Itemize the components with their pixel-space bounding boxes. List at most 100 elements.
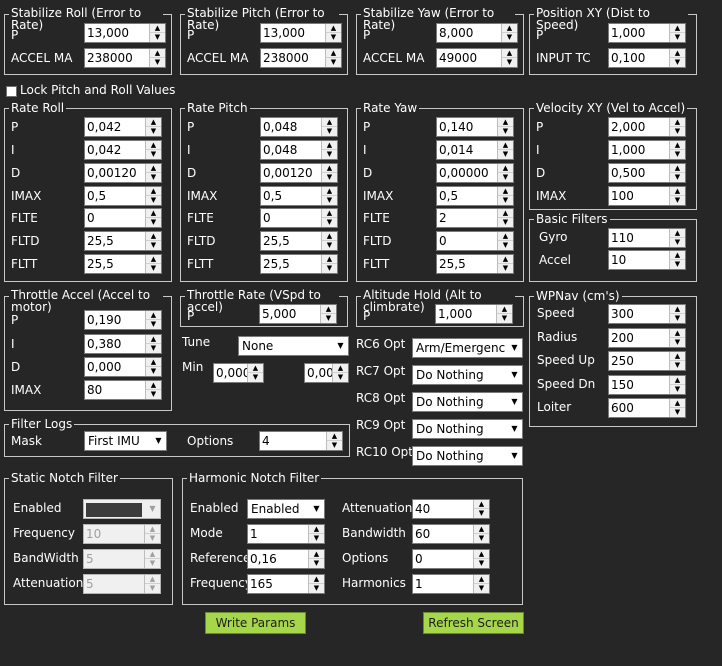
chevron-up-icon[interactable]: ▲ bbox=[670, 352, 685, 361]
chevron-up-icon[interactable]: ▲ bbox=[474, 525, 489, 534]
harmonic-notch-harmonics-input[interactable]: 1 ▲ ▼ bbox=[412, 574, 490, 594]
chevron-down-icon[interactable]: ▼ bbox=[497, 314, 512, 323]
chevron-up-icon[interactable]: ▲ bbox=[322, 187, 337, 196]
chevron-down-icon[interactable]: ▼ bbox=[507, 393, 522, 411]
chevron-down-icon[interactable]: ▼ bbox=[146, 196, 161, 205]
chevron-down-icon[interactable]: ▼ bbox=[321, 314, 336, 323]
chevron-down-icon[interactable]: ▼ bbox=[670, 150, 685, 159]
chevron-up-icon[interactable]: ▲ bbox=[145, 550, 160, 559]
rate-yaw-p-input[interactable]: 0,140 ▲ ▼ bbox=[436, 117, 514, 137]
chevron-up-icon[interactable]: ▲ bbox=[321, 305, 336, 314]
chevron-down-icon[interactable]: ▼ bbox=[498, 218, 513, 227]
stabilize-pitch-p-input[interactable]: 13,000 ▲ ▼ bbox=[260, 23, 342, 43]
chevron-up-icon[interactable]: ▲ bbox=[327, 432, 342, 441]
chevron-down-icon[interactable]: ▼ bbox=[474, 509, 489, 518]
accel-filter-input[interactable]: 10 ▲ ▼ bbox=[608, 250, 686, 270]
chevron-down-icon[interactable]: ▼ bbox=[670, 361, 685, 370]
chevron-up-icon[interactable]: ▲ bbox=[248, 364, 263, 373]
rate-pitch-fltd-input[interactable]: 25,5 ▲ ▼ bbox=[260, 231, 338, 251]
chevron-down-icon[interactable]: ▼ bbox=[309, 500, 324, 518]
harmonic-notch-bandwidth-input[interactable]: 60 ▲ ▼ bbox=[412, 524, 490, 544]
throttle-accel-p-input[interactable]: 0,190 ▲ ▼ bbox=[84, 310, 162, 330]
chevron-down-icon[interactable]: ▼ bbox=[670, 33, 685, 42]
chevron-down-icon[interactable]: ▼ bbox=[333, 337, 348, 355]
throttle-accel-imax-input[interactable]: 80 ▲ ▼ bbox=[84, 380, 162, 400]
chevron-up-icon[interactable]: ▲ bbox=[670, 118, 685, 127]
velocity-xy-imax-input[interactable]: 100 ▲ ▼ bbox=[608, 186, 686, 206]
chevron-down-icon[interactable]: ▼ bbox=[670, 58, 685, 67]
chevron-down-icon[interactable]: ▼ bbox=[670, 338, 685, 347]
chevron-down-icon[interactable]: ▼ bbox=[670, 238, 685, 247]
stabilize-roll-p-input[interactable]: 13,000 ▲ ▼ bbox=[84, 23, 166, 43]
chevron-up-icon[interactable]: ▲ bbox=[498, 187, 513, 196]
chevron-up-icon[interactable]: ▲ bbox=[322, 255, 337, 264]
chevron-down-icon[interactable]: ▼ bbox=[498, 173, 513, 182]
chevron-up-icon[interactable]: ▲ bbox=[146, 209, 161, 218]
chevron-down-icon[interactable]: ▼ bbox=[150, 33, 165, 42]
chevron-down-icon[interactable]: ▼ bbox=[670, 314, 685, 323]
wpnav-speed-up-input[interactable]: 250 ▲ ▼ bbox=[608, 351, 686, 371]
rate-yaw-i-input[interactable]: 0,014 ▲ ▼ bbox=[436, 140, 514, 160]
rc10-opt-select[interactable]: Do Nothing ▼ bbox=[412, 446, 523, 466]
chevron-down-icon[interactable]: ▼ bbox=[507, 339, 522, 357]
chevron-up-icon[interactable]: ▲ bbox=[498, 232, 513, 241]
chevron-down-icon[interactable]: ▼ bbox=[507, 420, 522, 438]
static-notch-bandwidth-input[interactable]: 5 ▲ ▼ bbox=[83, 549, 161, 569]
chevron-down-icon[interactable]: ▼ bbox=[670, 408, 685, 417]
chevron-up-icon[interactable]: ▲ bbox=[502, 49, 517, 58]
rate-pitch-imax-input[interactable]: 0,5 ▲ ▼ bbox=[260, 186, 338, 206]
chevron-down-icon[interactable]: ▼ bbox=[322, 150, 337, 159]
chevron-down-icon[interactable]: ▼ bbox=[146, 241, 161, 250]
chevron-up-icon[interactable]: ▲ bbox=[145, 525, 160, 534]
chevron-up-icon[interactable]: ▲ bbox=[322, 164, 337, 173]
chevron-up-icon[interactable]: ▲ bbox=[333, 364, 348, 373]
chevron-up-icon[interactable]: ▲ bbox=[146, 164, 161, 173]
chevron-down-icon[interactable]: ▼ bbox=[322, 241, 337, 250]
throttle-rate-p-input[interactable]: 5,000 ▲ ▼ bbox=[259, 304, 337, 324]
rate-roll-fltd-input[interactable]: 25,5 ▲ ▼ bbox=[84, 231, 162, 251]
rate-pitch-d-input[interactable]: 0,00120 ▲ ▼ bbox=[260, 163, 338, 183]
harmonic-notch-reference-input[interactable]: 0,16 ▲ ▼ bbox=[247, 549, 325, 569]
lock-pitch-roll-checkbox[interactable] bbox=[6, 86, 17, 97]
rate-pitch-p-input[interactable]: 0,048 ▲ ▼ bbox=[260, 117, 338, 137]
filter-logs-options-input[interactable]: 4 ▲ ▼ bbox=[259, 431, 343, 451]
rate-yaw-imax-input[interactable]: 0,5 ▲ ▼ bbox=[436, 186, 514, 206]
stabilize-pitch-accel-input[interactable]: 238000 ▲ ▼ bbox=[260, 48, 342, 68]
harmonic-notch-attenuation-input[interactable]: 40 ▲ ▼ bbox=[412, 499, 490, 519]
chevron-up-icon[interactable]: ▲ bbox=[146, 255, 161, 264]
chevron-up-icon[interactable]: ▲ bbox=[670, 376, 685, 385]
chevron-down-icon[interactable]: ▼ bbox=[670, 196, 685, 205]
rate-yaw-fltt-input[interactable]: 25,5 ▲ ▼ bbox=[436, 254, 514, 274]
chevron-down-icon[interactable]: ▼ bbox=[145, 500, 160, 518]
chevron-up-icon[interactable]: ▲ bbox=[146, 358, 161, 367]
wpnav-radius-input[interactable]: 200 ▲ ▼ bbox=[608, 328, 686, 348]
chevron-down-icon[interactable]: ▼ bbox=[146, 264, 161, 273]
rate-roll-imax-input[interactable]: 0,5 ▲ ▼ bbox=[84, 186, 162, 206]
chevron-up-icon[interactable]: ▲ bbox=[326, 24, 341, 33]
chevron-up-icon[interactable]: ▲ bbox=[474, 500, 489, 509]
rate-roll-flte-input[interactable]: 0 ▲ ▼ bbox=[84, 208, 162, 228]
wpnav-loiter-speed-input[interactable]: 600 ▲ ▼ bbox=[608, 398, 686, 418]
static-notch-enabled-select[interactable]: ▼ bbox=[83, 499, 161, 519]
chevron-down-icon[interactable]: ▼ bbox=[498, 264, 513, 273]
rate-roll-i-input[interactable]: 0,042 ▲ ▼ bbox=[84, 140, 162, 160]
chevron-up-icon[interactable]: ▲ bbox=[670, 24, 685, 33]
chevron-up-icon[interactable]: ▲ bbox=[150, 49, 165, 58]
chevron-down-icon[interactable]: ▼ bbox=[498, 150, 513, 159]
static-notch-frequency-input[interactable]: 10 ▲ ▼ bbox=[83, 524, 161, 544]
chevron-down-icon[interactable]: ▼ bbox=[146, 127, 161, 136]
chevron-down-icon[interactable]: ▼ bbox=[322, 127, 337, 136]
velocity-xy-i-input[interactable]: 1,000 ▲ ▼ bbox=[608, 140, 686, 160]
refresh-screen-button[interactable]: Refresh Screen bbox=[423, 612, 524, 634]
throttle-accel-d-input[interactable]: 0,000 ▲ ▼ bbox=[84, 357, 162, 377]
chevron-up-icon[interactable]: ▲ bbox=[150, 24, 165, 33]
chevron-down-icon[interactable]: ▼ bbox=[150, 58, 165, 67]
chevron-up-icon[interactable]: ▲ bbox=[670, 187, 685, 196]
chevron-up-icon[interactable]: ▲ bbox=[670, 141, 685, 150]
gyro-filter-input[interactable]: 110 ▲ ▼ bbox=[608, 228, 686, 248]
velocity-xy-d-input[interactable]: 0,500 ▲ ▼ bbox=[608, 163, 686, 183]
rate-roll-d-input[interactable]: 0,00120 ▲ ▼ bbox=[84, 163, 162, 183]
wpnav-speed-dn-input[interactable]: 150 ▲ ▼ bbox=[608, 375, 686, 395]
chevron-down-icon[interactable]: ▼ bbox=[146, 390, 161, 399]
harmonic-notch-mode-input[interactable]: 1 ▲ ▼ bbox=[247, 524, 325, 544]
